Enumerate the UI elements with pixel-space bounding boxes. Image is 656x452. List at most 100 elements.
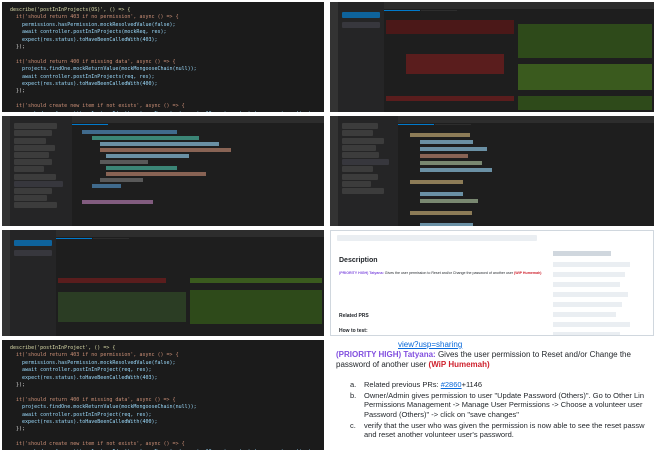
file-explorer xyxy=(338,2,384,112)
code-block: describe('postInInProjects(OS)', () => {… xyxy=(10,7,324,112)
list-marker: b. xyxy=(350,391,357,401)
diff-right-pane xyxy=(190,238,322,334)
list-text-segment: +1146 xyxy=(461,380,483,389)
tree-item[interactable] xyxy=(342,130,374,137)
tree-item[interactable] xyxy=(14,123,58,130)
priority-label: (PRIORITY HIGH) Tatyana: xyxy=(336,350,436,359)
priority-label: (PRIORITY HIGH) Tatyana: xyxy=(339,271,384,275)
code-line: it('should return 403 if no permission',… xyxy=(10,352,179,359)
priority-text-cont: user xyxy=(410,360,427,369)
list-text-segment: Owner/Admin gives permission to user "Up… xyxy=(364,391,645,419)
diff-removed-block xyxy=(386,20,514,34)
tree-item[interactable] xyxy=(342,151,380,158)
list-text-segment: verify that the user who was given the p… xyxy=(364,420,645,440)
list-marker: c. xyxy=(350,420,356,430)
tree-item[interactable] xyxy=(342,144,376,151)
tree-item[interactable] xyxy=(14,173,57,180)
diff-added-block xyxy=(518,96,652,110)
tab-bar xyxy=(398,116,654,131)
list-marker: a. xyxy=(350,380,357,389)
tree-item[interactable] xyxy=(14,151,50,158)
pr-title: Description xyxy=(339,257,378,264)
tree-item[interactable] xyxy=(14,137,47,144)
tree-item[interactable] xyxy=(14,130,52,137)
list-item: c. verify that the user who was given the… xyxy=(350,421,652,439)
code-line: }); xyxy=(10,44,26,51)
diff-removed-block xyxy=(58,278,166,283)
file-explorer xyxy=(338,116,398,226)
activity-bar xyxy=(2,230,10,336)
diff-context-block xyxy=(58,292,186,322)
diff-removed-block xyxy=(386,96,514,101)
code-line: await controller.postInInProjects(mockRe… xyxy=(10,29,167,36)
diff-added-block xyxy=(518,24,652,58)
tree-item[interactable] xyxy=(14,159,52,166)
diff-added-block xyxy=(190,278,322,283)
run-button[interactable] xyxy=(14,240,52,246)
code-line: it('should create new item if not exists… xyxy=(10,103,185,110)
code-line: }); xyxy=(10,426,26,433)
list-item: a. Related previous PRs: #2860+1146 xyxy=(350,380,652,389)
activity-bar xyxy=(2,116,10,226)
code-line: it('should return 400 if missing data', … xyxy=(10,58,176,65)
ide-jsx-component xyxy=(2,116,324,226)
ide-diff-view-top xyxy=(330,2,654,112)
code-line: req.body = { quantity: 1, typeId: 'type'… xyxy=(10,111,324,112)
code-line: it('should create new item if not exists… xyxy=(10,441,185,448)
tree-item[interactable] xyxy=(342,137,384,144)
pr-body: (PRIORITY HIGH) Tatyana: Gives the user … xyxy=(339,271,545,276)
code-line: await controller.postInInProjects(req, r… xyxy=(10,73,155,80)
pr-link[interactable]: #2860 xyxy=(441,380,462,389)
list-item: b. Owner/Admin gives permission to user "… xyxy=(350,391,652,419)
sharing-link[interactable]: view?usp=sharing xyxy=(398,340,462,349)
tree-item[interactable] xyxy=(14,202,58,209)
tree-item[interactable] xyxy=(342,166,374,173)
tree-item[interactable] xyxy=(342,173,379,180)
code-line: describe('postInInProject', () => { xyxy=(10,345,116,351)
code-line: describe('postInInProjects(OS)', () => { xyxy=(10,7,131,13)
list-text: Owner/Admin gives permission to user "Up… xyxy=(364,391,652,419)
diff-left-pane xyxy=(386,10,514,110)
priority-text: Gives the user permission to Reset and/o… xyxy=(384,271,514,275)
how-to-test-heading: How to test: xyxy=(339,328,368,334)
code-line: projects.findOne.mockReturnValue(mockMon… xyxy=(10,404,197,411)
code-line: expect(res.status).toHaveBeenCalledWith(… xyxy=(10,81,158,88)
code-line: it('should return 403 if no permission',… xyxy=(10,14,179,21)
code-line: await controller.postInInProject(req, re… xyxy=(10,411,152,418)
ide-diff-view-middle xyxy=(2,230,324,336)
code-line: permissions.hasPermission.mockResolvedVa… xyxy=(10,359,176,366)
tree-item[interactable] xyxy=(14,144,55,151)
code-line: }); xyxy=(10,382,26,389)
activity-bar xyxy=(330,2,338,112)
tree-item[interactable] xyxy=(342,22,380,28)
tree-item[interactable] xyxy=(342,159,389,166)
tree-item[interactable] xyxy=(342,123,379,130)
list-text: verify that the user who was given the p… xyxy=(364,421,652,439)
code-line: expect(res.status).toHaveBeenCalledWith(… xyxy=(10,374,158,381)
tree-item[interactable] xyxy=(342,187,384,194)
tree-item[interactable] xyxy=(14,180,63,187)
run-button[interactable] xyxy=(342,12,380,18)
tree-item[interactable] xyxy=(14,195,48,202)
wip-label: (WiP Humemah) xyxy=(514,271,542,275)
code-line: }); xyxy=(10,88,26,95)
diff-added-block xyxy=(518,64,652,90)
diff-right-pane xyxy=(518,10,652,110)
tab-bar xyxy=(72,116,324,131)
reviewers-sidebar xyxy=(553,245,649,335)
ide-css-file xyxy=(330,116,654,226)
tree-item[interactable] xyxy=(14,166,44,173)
code-line: projects.findOne.mockReturnValue(mockMon… xyxy=(10,66,197,73)
tree-item[interactable] xyxy=(342,180,371,187)
tree-item[interactable] xyxy=(14,250,52,256)
code-editor-tests-top: describe('postInInProjects(OS)', () => {… xyxy=(2,2,324,112)
tree-item[interactable] xyxy=(14,187,52,194)
pr-description-panel: Description (PRIORITY HIGH) Tatyana: Giv… xyxy=(330,230,654,336)
code-line: expect(res.status).toHaveBeenCalledWith(… xyxy=(10,419,158,426)
list-text-segment: Related previous PRs: xyxy=(364,380,441,389)
code-lines xyxy=(410,130,650,226)
code-line: await controller.postInInProject(req, re… xyxy=(10,367,152,374)
